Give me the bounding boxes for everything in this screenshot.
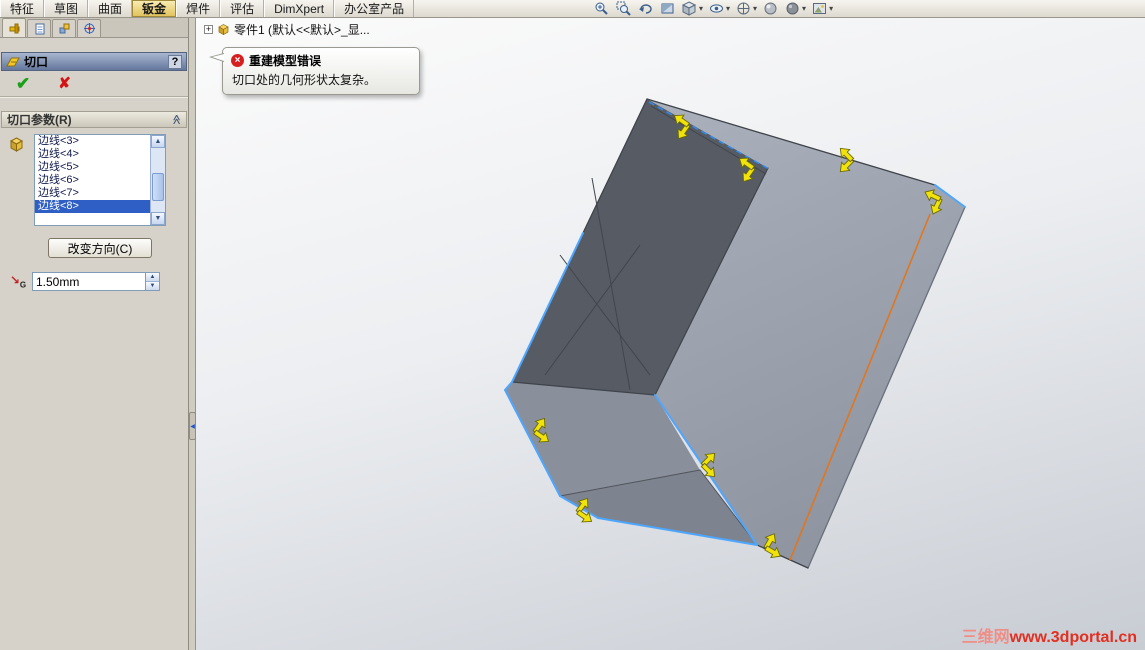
view-orientation-item: ▾ [735,1,757,16]
edge-selection-icon [8,136,25,156]
display-style-item: ▾ [681,1,703,16]
cancel-button[interactable]: ✘ [52,75,77,92]
feature-manager-tab[interactable] [2,18,26,37]
chevron-down-icon: ▾ [726,3,731,13]
graphics-viewport[interactable]: + 零件1 (默认<<默认>_显... × 重建模型错误 切口处的几何形状太复杂… [196,18,1145,650]
error-message: 切口处的几何形状太复杂。 [232,73,377,87]
ribbon-tab-surfaces[interactable]: 曲面 [88,0,133,17]
apply-scene-item: ▾ [784,1,806,16]
view-settings-item: ▾ [811,1,833,16]
spin-up-button[interactable]: ▲ [146,273,159,282]
feature-manager-icon [9,23,19,33]
ribbon-tab-evaluate[interactable]: 评估 [220,0,265,17]
scrollbar-thumb[interactable] [152,173,164,201]
property-manager-panel: 切口 ? ✔ ✘ 切口参数(R) ≪ 边线<3> 边线<4> 边线<5> 边线<… [0,18,189,650]
help-button[interactable]: ? [168,54,182,69]
edge-list-item[interactable]: 边线<3> [35,135,150,148]
error-title: 重建模型错误 [249,54,322,68]
ribbon-tab-weldments[interactable]: 焊件 [176,0,221,17]
change-direction-row: 改变方向(C) [34,238,166,258]
chevron-down-icon: ▾ [699,3,704,13]
part-icon [218,24,229,36]
ribbon-tab-sketch[interactable]: 草图 [44,0,89,17]
flyout-feature-tree: + 零件1 (默认<<默认>_显... [204,21,370,38]
watermark-prefix: 三维网 [961,629,1010,646]
scroll-down-button[interactable]: ▼ [151,212,165,225]
edge-items: 边线<3> 边线<4> 边线<5> 边线<6> 边线<7> 边线<8> [35,135,150,213]
hide-show-item: ▾ [708,1,730,16]
rip-gap-input[interactable] [33,273,145,290]
feature-title: 切口 [24,55,49,69]
panel-collapse-handle[interactable]: ◀ [189,412,196,440]
ribbon-tab-dimxpert[interactable]: DimXpert [264,0,335,17]
propertymanager-tab[interactable] [27,19,51,37]
gap-field-wrap: ▲ ▼ [32,272,160,291]
display-style-icon[interactable] [681,1,698,16]
ribbon-tab-features[interactable]: 特征 [0,0,45,17]
collapse-chevron-icon: ≪ [170,114,182,125]
balloon-title-row: × 重建模型错误 [231,52,411,69]
ok-button[interactable]: ✔ [10,74,36,93]
manager-tab-strip [0,18,188,38]
dimxpert-manager-tab[interactable] [77,19,101,37]
rip-feature-icon [6,57,20,66]
main-content: 切口 ? ✔ ✘ 切口参数(R) ≪ 边线<3> 边线<4> 边线<5> 边线<… [0,18,1145,650]
rip-parameters-group-header[interactable]: 切口参数(R) ≪ [1,111,187,128]
edge-list-item-selected[interactable]: 边线<8> [35,200,150,213]
rip-gap-row: ↘G ▲ ▼ [6,272,182,291]
previous-view-icon[interactable] [637,1,654,16]
hide-show-items-icon[interactable] [708,1,725,16]
edge-list-item[interactable]: 边线<4> [35,148,150,161]
ribbon-tab-office-products[interactable]: 办公室产品 [334,0,415,17]
watermark: 三维网www.3dportal.cn [962,623,1137,647]
rip-parameters-group-body: 边线<3> 边线<4> 边线<5> 边线<6> 边线<7> 边线<8> ▲ ▼ … [0,128,188,301]
watermark-url: www.3dportal.cn [1009,629,1137,646]
group-header-label: 切口参数(R) [7,113,72,127]
list-scrollbar[interactable]: ▲ ▼ [150,135,165,225]
tree-expander[interactable]: + [204,25,213,34]
chevron-down-icon: ▾ [802,3,807,13]
change-direction-button[interactable]: 改变方向(C) [48,238,152,258]
apply-scene-icon[interactable] [784,1,801,16]
zoom-in-icon[interactable] [593,1,610,16]
chevron-down-icon: ▾ [829,3,834,13]
model-canvas[interactable] [196,18,1145,650]
model-faces[interactable] [505,99,965,568]
edge-list-item[interactable]: 边线<5> [35,161,150,174]
tree-root-label[interactable]: 零件1 (默认<<默认>_显... [234,21,370,38]
gap-spinner: ▲ ▼ [145,273,159,290]
edges-to-rip-listbox[interactable]: 边线<3> 边线<4> 边线<5> 边线<6> 边线<7> 边线<8> ▲ ▼ [34,134,166,226]
error-circle-x-icon: × [231,54,244,67]
spin-down-button[interactable]: ▼ [146,282,159,290]
rip-gap-icon: ↘G [9,272,27,290]
scroll-up-button[interactable]: ▲ [151,135,165,148]
view-orientation-icon[interactable] [735,1,752,16]
configuration-manager-icon [59,23,69,34]
chevron-down-icon: ▾ [753,3,758,13]
edge-list-item[interactable]: 边线<6> [35,174,150,187]
view-settings-icon[interactable] [811,1,828,16]
zoom-to-area-icon[interactable] [615,1,632,16]
feature-title-bar: 切口 ? [1,52,187,71]
propertymanager-icon [35,23,44,35]
ribbon-tab-sheet-metal[interactable]: 钣金 [132,0,177,17]
dimxpert-manager-icon [83,23,95,34]
command-manager-bar: 特征 草图 曲面 钣金 焊件 评估 DimXpert 办公室产品 ▾ ▾ ▾ ▾… [0,0,1145,18]
rebuild-error-balloon: × 重建模型错误 切口处的几何形状太复杂。 [209,47,420,95]
section-view-icon[interactable] [659,1,676,16]
panel-splitter[interactable]: ◀ [189,18,196,650]
confirm-bar: ✔ ✘ [0,71,188,97]
configuration-manager-tab[interactable] [52,19,76,37]
appearances-icon[interactable] [762,1,779,16]
edge-list-item[interactable]: 边线<7> [35,187,150,200]
heads-up-view-toolbar: ▾ ▾ ▾ ▾ ▾ [593,0,833,17]
